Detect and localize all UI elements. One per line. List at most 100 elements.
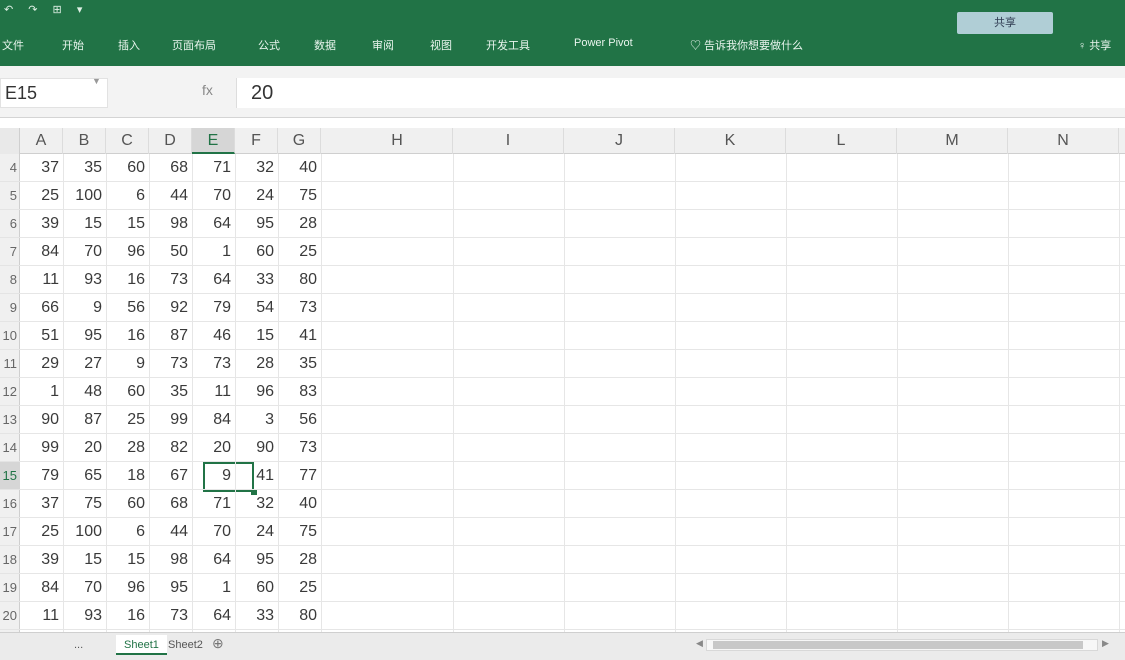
cell-g11[interactable]: 35	[278, 350, 321, 378]
cell-d12[interactable]: 35	[149, 378, 192, 406]
cell-c6[interactable]: 15	[106, 210, 149, 238]
cell-a16[interactable]: 37	[20, 490, 63, 518]
cell-e17[interactable]: 70	[192, 518, 235, 546]
row-header-18[interactable]: 18	[0, 546, 20, 574]
cell-e13[interactable]: 84	[192, 406, 235, 434]
cell-a15[interactable]: 79	[20, 462, 63, 490]
tab-review[interactable]: 审阅	[372, 37, 394, 53]
cell-a13[interactable]: 90	[20, 406, 63, 434]
fx-icon[interactable]: fx	[202, 82, 213, 98]
cell-d10[interactable]: 87	[149, 322, 192, 350]
row-header-5[interactable]: 5	[0, 182, 20, 210]
row-header-13[interactable]: 13	[0, 406, 20, 434]
row-header-6[interactable]: 6	[0, 210, 20, 238]
column-header-i[interactable]: I	[453, 128, 564, 154]
tab-home[interactable]: 开始	[62, 37, 84, 53]
cell-d18[interactable]: 98	[149, 546, 192, 574]
cell-g13[interactable]: 56	[278, 406, 321, 434]
cell-g9[interactable]: 73	[278, 294, 321, 322]
cell-e5[interactable]: 70	[192, 182, 235, 210]
column-header-c[interactable]: C	[106, 128, 149, 154]
cell-e14[interactable]: 20	[192, 434, 235, 462]
column-header-a[interactable]: A	[20, 128, 63, 154]
cell-e19[interactable]: 1	[192, 574, 235, 602]
cell-c15[interactable]: 18	[106, 462, 149, 490]
cell-e10[interactable]: 46	[192, 322, 235, 350]
cell-d14[interactable]: 82	[149, 434, 192, 462]
cell-c16[interactable]: 60	[106, 490, 149, 518]
scrollbar-thumb[interactable]	[713, 641, 1083, 649]
select-all-corner[interactable]	[0, 128, 20, 154]
cell-f10[interactable]: 15	[235, 322, 278, 350]
cell-f9[interactable]: 54	[235, 294, 278, 322]
column-header-g[interactable]: G	[278, 128, 321, 154]
cell-c17[interactable]: 6	[106, 518, 149, 546]
cell-b18[interactable]: 15	[63, 546, 106, 574]
scroll-right-icon[interactable]: ▶	[1102, 638, 1109, 649]
cell-g7[interactable]: 25	[278, 238, 321, 266]
row-header-9[interactable]: 9	[0, 294, 20, 322]
cell-d15[interactable]: 67	[149, 462, 192, 490]
cell-b6[interactable]: 15	[63, 210, 106, 238]
column-header-d[interactable]: D	[149, 128, 192, 154]
cell-c13[interactable]: 25	[106, 406, 149, 434]
cell-d13[interactable]: 99	[149, 406, 192, 434]
row-header-12[interactable]: 12	[0, 378, 20, 406]
cell-e4[interactable]: 71	[192, 154, 235, 182]
chevron-down-icon[interactable]: ▼	[92, 76, 101, 86]
cell-c10[interactable]: 16	[106, 322, 149, 350]
cell-c9[interactable]: 56	[106, 294, 149, 322]
tab-file[interactable]: 文件	[2, 37, 24, 53]
row-header-8[interactable]: 8	[0, 266, 20, 294]
cell-d9[interactable]: 92	[149, 294, 192, 322]
cell-a5[interactable]: 25	[20, 182, 63, 210]
cell-f5[interactable]: 24	[235, 182, 278, 210]
cell-a20[interactable]: 11	[20, 602, 63, 630]
scroll-left-icon[interactable]: ◀	[696, 638, 703, 649]
cell-a4[interactable]: 37	[20, 154, 63, 182]
cell-b15[interactable]: 65	[63, 462, 106, 490]
column-header-h[interactable]: H	[342, 128, 453, 154]
tab-data[interactable]: 数据	[314, 37, 336, 53]
row-header-11[interactable]: 11	[0, 350, 20, 378]
cell-f18[interactable]: 95	[235, 546, 278, 574]
cell-b16[interactable]: 75	[63, 490, 106, 518]
cell-g18[interactable]: 28	[278, 546, 321, 574]
column-header-m[interactable]: M	[897, 128, 1008, 154]
tell-me-search[interactable]: ♡ 告诉我你想要做什么	[690, 37, 803, 53]
cell-b13[interactable]: 87	[63, 406, 106, 434]
cell-f17[interactable]: 24	[235, 518, 278, 546]
column-header-l[interactable]: L	[786, 128, 897, 154]
cell-g19[interactable]: 25	[278, 574, 321, 602]
column-header-f[interactable]: F	[235, 128, 278, 154]
cell-g12[interactable]: 83	[278, 378, 321, 406]
cell-f19[interactable]: 60	[235, 574, 278, 602]
horizontal-scrollbar[interactable]	[706, 639, 1098, 651]
cell-d20[interactable]: 73	[149, 602, 192, 630]
cell-c8[interactable]: 16	[106, 266, 149, 294]
cell-g4[interactable]: 40	[278, 154, 321, 182]
formula-input[interactable]: 20	[236, 78, 1125, 108]
cell-e7[interactable]: 1	[192, 238, 235, 266]
cell-b19[interactable]: 70	[63, 574, 106, 602]
row-header-20[interactable]: 20	[0, 602, 20, 630]
tab-page-layout[interactable]: 页面布局	[172, 37, 216, 53]
cell-d16[interactable]: 68	[149, 490, 192, 518]
cell-b9[interactable]: 9	[63, 294, 106, 322]
tab-developer[interactable]: 开发工具	[486, 37, 530, 53]
cell-b8[interactable]: 93	[63, 266, 106, 294]
cell-b20[interactable]: 93	[63, 602, 106, 630]
cell-e8[interactable]: 64	[192, 266, 235, 294]
cell-a14[interactable]: 99	[20, 434, 63, 462]
cell-c19[interactable]: 96	[106, 574, 149, 602]
sheet-tab-sheet2[interactable]: Sheet2	[160, 635, 211, 655]
cell-a7[interactable]: 84	[20, 238, 63, 266]
cell-e6[interactable]: 64	[192, 210, 235, 238]
row-header-15[interactable]: 15	[0, 462, 20, 490]
cell-b14[interactable]: 20	[63, 434, 106, 462]
cell-g15[interactable]: 77	[278, 462, 321, 490]
cell-f8[interactable]: 33	[235, 266, 278, 294]
cell-g14[interactable]: 73	[278, 434, 321, 462]
cell-e20[interactable]: 64	[192, 602, 235, 630]
cell-d7[interactable]: 50	[149, 238, 192, 266]
